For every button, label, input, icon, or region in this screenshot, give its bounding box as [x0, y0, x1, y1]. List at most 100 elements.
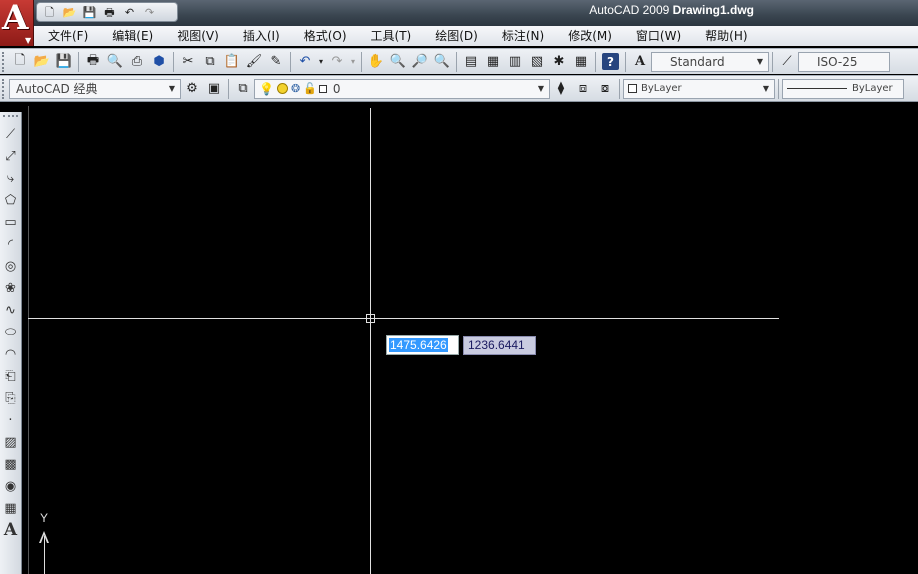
separator: [595, 51, 596, 72]
copy-icon[interactable]: ⧉: [199, 52, 221, 72]
cut-icon[interactable]: ✂: [177, 52, 199, 72]
sheet-set-icon[interactable]: ▧: [526, 52, 548, 72]
arc-icon[interactable]: ◜: [0, 233, 21, 255]
help-icon[interactable]: ?: [602, 53, 619, 70]
menu-view[interactable]: 视图(V): [165, 26, 231, 46]
chevron-down-icon: ▼: [168, 83, 176, 93]
menu-format[interactable]: 格式(O): [292, 26, 359, 46]
my-workspace-icon[interactable]: ▣: [203, 79, 225, 99]
redo-dropdown-icon[interactable]: ▾: [348, 52, 358, 72]
ellipse-arc-icon[interactable]: ◠: [0, 343, 21, 365]
color-swatch-icon: [318, 84, 327, 93]
menu-draw[interactable]: 绘图(D): [423, 26, 490, 46]
layer-select[interactable]: 💡 ❂ 🔓 0 ▼: [254, 78, 550, 99]
redo-icon[interactable]: ↷: [326, 52, 348, 72]
ellipse-icon[interactable]: ⬭: [0, 321, 21, 343]
rectangle-icon[interactable]: ▭: [0, 211, 21, 233]
separator: [228, 78, 229, 99]
color-swatch-icon: [628, 84, 637, 93]
zoom-realtime-icon[interactable]: 🔍: [387, 52, 409, 72]
tool-palettes-icon[interactable]: ▥: [504, 52, 526, 72]
region-icon[interactable]: ◉: [0, 475, 21, 497]
ucs-y-axis: [44, 536, 45, 574]
toolbar-grip[interactable]: [2, 51, 6, 72]
revision-cloud-icon[interactable]: ❀: [0, 277, 21, 299]
layer-name: 0: [332, 81, 341, 96]
menu-help[interactable]: 帮助(H): [693, 26, 759, 46]
toolbar-grip[interactable]: [3, 115, 18, 120]
menu-bar: 文件(F) 编辑(E) 视图(V) 插入(I) 格式(O) 工具(T) 绘图(D…: [34, 26, 918, 46]
insert-block-icon[interactable]: ⎗: [0, 365, 21, 387]
make-block-icon[interactable]: ⎘: [0, 387, 21, 409]
3d-dwf-icon[interactable]: ⬢: [148, 52, 170, 72]
toolbar-grip[interactable]: [2, 78, 6, 99]
text-style-icon[interactable]: A: [629, 52, 651, 72]
redo-icon[interactable]: ↷: [141, 5, 158, 20]
undo-dropdown-icon[interactable]: ▾: [316, 52, 326, 72]
table-icon[interactable]: ▦: [0, 497, 21, 519]
layer-states-icon[interactable]: ⧇: [594, 79, 616, 99]
dynamic-input-y-field[interactable]: 1236.6441: [463, 336, 536, 355]
point-icon[interactable]: ·: [0, 409, 21, 431]
separator: [772, 51, 773, 72]
plot-preview-icon[interactable]: 🔍: [104, 52, 126, 72]
hatch-icon[interactable]: ▨: [0, 431, 21, 453]
plot-icon[interactable]: 🖶: [82, 52, 104, 72]
pan-icon[interactable]: ✋: [365, 52, 387, 72]
application-menu-button[interactable]: A ▼: [0, 0, 34, 46]
multiline-text-icon[interactable]: A: [0, 519, 21, 541]
make-current-layer-icon[interactable]: ⧫: [550, 79, 572, 99]
menu-window[interactable]: 窗口(W): [624, 26, 693, 46]
properties-icon[interactable]: ▤: [460, 52, 482, 72]
polyline-icon[interactable]: ⤷: [0, 167, 21, 189]
autocad-logo-icon: A: [2, 0, 29, 38]
calculator-icon[interactable]: ▦: [570, 52, 592, 72]
dimension-style-icon[interactable]: ⟋: [776, 52, 798, 72]
layer-previous-icon[interactable]: ⧈: [572, 79, 594, 99]
dynamic-input-x-value: 1475.6426: [389, 338, 448, 352]
zoom-window-icon[interactable]: 🔎: [409, 52, 431, 72]
polygon-icon[interactable]: ⬠: [0, 189, 21, 211]
linetype-select[interactable]: ByLayer: [782, 78, 904, 99]
workspace-select[interactable]: AutoCAD 经典 ▼: [9, 78, 181, 99]
menu-dimension[interactable]: 标注(N): [490, 26, 556, 46]
menu-edit[interactable]: 编辑(E): [100, 26, 165, 46]
construction-line-icon[interactable]: ⤢: [0, 145, 21, 167]
new-file-icon[interactable]: 🗋: [41, 5, 58, 20]
new-icon[interactable]: 🗋: [9, 52, 31, 72]
save-icon[interactable]: 💾: [81, 5, 98, 20]
gradient-icon[interactable]: ▩: [0, 453, 21, 475]
text-style-select[interactable]: Standard ▼: [651, 51, 769, 72]
line-icon[interactable]: ⟋: [0, 123, 21, 145]
print-icon[interactable]: 🖶: [101, 5, 118, 20]
layer-properties-icon[interactable]: ⧉: [232, 79, 254, 99]
paste-icon[interactable]: 📋: [221, 52, 243, 72]
color-select[interactable]: ByLayer ▼: [623, 78, 775, 99]
open-folder-icon[interactable]: 📂: [61, 5, 78, 20]
separator: [778, 78, 779, 99]
dimension-style-select[interactable]: ISO-25: [798, 51, 890, 72]
circle-icon[interactable]: ◎: [0, 255, 21, 277]
publish-icon[interactable]: ⎙: [126, 52, 148, 72]
lightbulb-icon: 💡: [259, 81, 274, 96]
save-icon[interactable]: 💾: [53, 52, 75, 72]
spline-icon[interactable]: ∿: [0, 299, 21, 321]
separator: [619, 78, 620, 99]
separator: [625, 51, 626, 72]
markup-icon[interactable]: ✱: [548, 52, 570, 72]
workspace-settings-icon[interactable]: ⚙: [181, 79, 203, 99]
menu-insert[interactable]: 插入(I): [231, 26, 292, 46]
undo-icon[interactable]: ↶: [121, 5, 138, 20]
menu-file[interactable]: 文件(F): [34, 26, 100, 46]
design-center-icon[interactable]: ▦: [482, 52, 504, 72]
menu-modify[interactable]: 修改(M): [556, 26, 624, 46]
open-icon[interactable]: 📂: [31, 52, 53, 72]
menu-tools[interactable]: 工具(T): [359, 26, 424, 46]
match-properties-icon[interactable]: 🖌: [243, 52, 265, 72]
window-title: AutoCAD 2009 Drawing1.dwg: [589, 3, 754, 17]
block-editor-icon[interactable]: ✎: [265, 52, 287, 72]
dynamic-input-x-field[interactable]: 1475.6426: [386, 335, 459, 355]
undo-icon[interactable]: ↶: [294, 52, 316, 72]
crosshair-horizontal: [28, 318, 779, 319]
zoom-previous-icon[interactable]: 🔍: [431, 52, 453, 72]
